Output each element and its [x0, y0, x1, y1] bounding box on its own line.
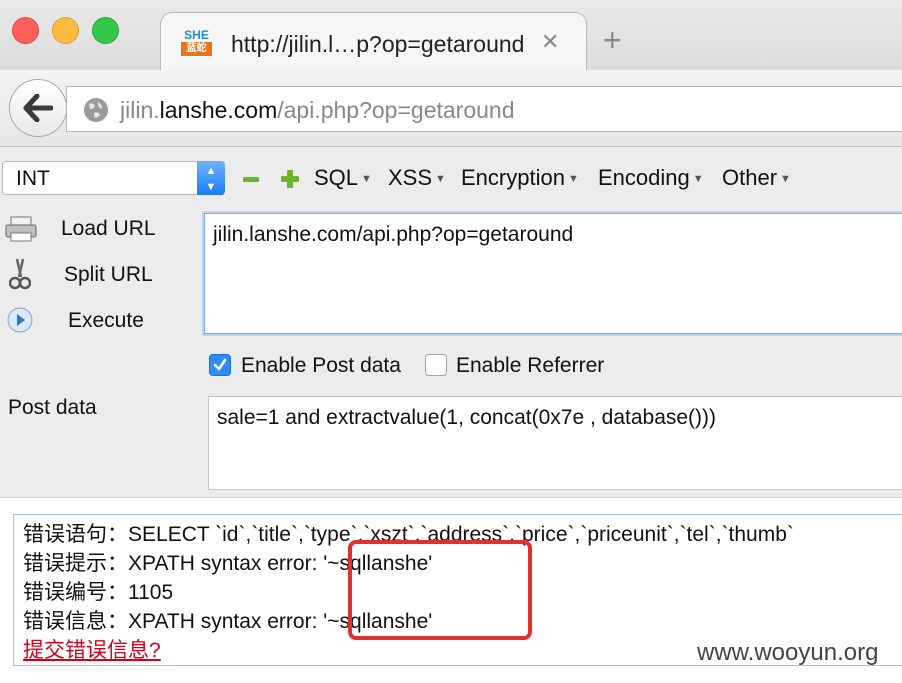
navigation-bar: jilin.lanshe.com/api.php?op=getaround [0, 70, 902, 147]
menu-other[interactable]: Other ▼ [722, 165, 791, 191]
increase-icon[interactable] [281, 170, 299, 188]
menu-sql-label: SQL [314, 165, 359, 190]
menu-encryption-label: Encryption [461, 165, 565, 190]
window-maximize-button[interactable] [92, 17, 119, 44]
hackbar-panel: INT ▲ ▼ SQL ▼ XSS ▼ Encryption ▼ Encoding ▼ O… [0, 147, 902, 497]
menu-xss[interactable]: XSS ▼ [388, 165, 446, 191]
chevron-down-icon: ▼ [780, 173, 791, 186]
type-select[interactable]: INT ▲ ▼ [2, 161, 225, 195]
load-url-icon[interactable] [5, 215, 37, 243]
enable-post-label[interactable]: Enable Post data [241, 354, 401, 378]
tab-strip: SHE 蓝蛇 http://jilin.l…p?op=getaround ✕ + [0, 0, 902, 72]
globe-icon [84, 98, 108, 122]
chevron-down-icon: ▼ [567, 173, 579, 186]
menu-encoding-label: Encoding [598, 165, 690, 190]
enable-referrer-checkbox[interactable] [425, 354, 447, 376]
execute-icon[interactable] [6, 306, 34, 334]
address-text: jilin.lanshe.com/api.php?op=getaround [120, 97, 515, 124]
chevron-down-icon: ▼ [361, 173, 372, 186]
new-tab-button[interactable]: + [603, 24, 622, 56]
address-host-prefix: jilin. [120, 97, 160, 123]
url-textarea[interactable]: jilin.lanshe.com/api.php?op=getaround [204, 213, 902, 334]
menu-sql[interactable]: SQL ▼ [314, 165, 372, 191]
select-arrows-icon: ▲ ▼ [197, 161, 225, 195]
favicon-top-text: SHE [184, 28, 209, 42]
submit-error-link[interactable]: 提交错误信息? [23, 634, 161, 664]
chevron-down-icon: ▼ [435, 173, 446, 186]
browser-tab[interactable]: SHE 蓝蛇 http://jilin.l…p?op=getaround ✕ [160, 12, 587, 72]
url-textarea-value: jilin.lanshe.com/api.php?op=getaround [213, 223, 574, 246]
menu-xss-label: XSS [388, 165, 433, 190]
menu-other-label: Other [722, 165, 778, 190]
type-select-value: INT [16, 167, 50, 190]
back-button[interactable] [9, 79, 67, 137]
back-arrow-icon [23, 94, 53, 122]
address-bar[interactable]: jilin.lanshe.com/api.php?op=getaround [66, 86, 902, 132]
site-favicon-icon: SHE 蓝蛇 [181, 28, 212, 58]
load-url-button[interactable]: Load URL [61, 217, 156, 241]
watermark-text: www.wooyun.org [697, 639, 879, 666]
menu-encoding[interactable]: Encoding ▼ [598, 165, 704, 191]
chevron-down-icon: ▼ [692, 173, 704, 186]
highlight-annotation-box [348, 540, 532, 640]
window-minimize-button[interactable] [52, 17, 79, 44]
window-close-button[interactable] [12, 17, 39, 44]
error-code-line: 错误编号：1105 [23, 581, 174, 604]
post-data-textarea[interactable]: sale=1 and extractvalue(1, concat(0x7e ,… [208, 396, 902, 490]
favicon-bottom-text: 蓝蛇 [181, 42, 212, 56]
split-url-button[interactable]: Split URL [64, 263, 153, 287]
decrease-icon[interactable] [243, 177, 259, 182]
post-data-label: Post data [8, 396, 97, 419]
execute-button[interactable]: Execute [68, 309, 144, 333]
tab-close-icon[interactable]: ✕ [541, 29, 559, 55]
menu-encryption[interactable]: Encryption ▼ [461, 165, 579, 191]
address-host-domain: lanshe.com [159, 97, 278, 123]
enable-post-checkbox[interactable] [209, 354, 231, 376]
tab-title: http://jilin.l…p?op=getaround [231, 31, 525, 57]
address-path: /api.php?op=getaround [277, 97, 515, 123]
post-data-value: sale=1 and extractvalue(1, concat(0x7e ,… [217, 406, 717, 429]
enable-referrer-label[interactable]: Enable Referrer [456, 354, 604, 378]
checkmark-icon [213, 358, 227, 371]
split-url-icon[interactable] [9, 257, 31, 291]
